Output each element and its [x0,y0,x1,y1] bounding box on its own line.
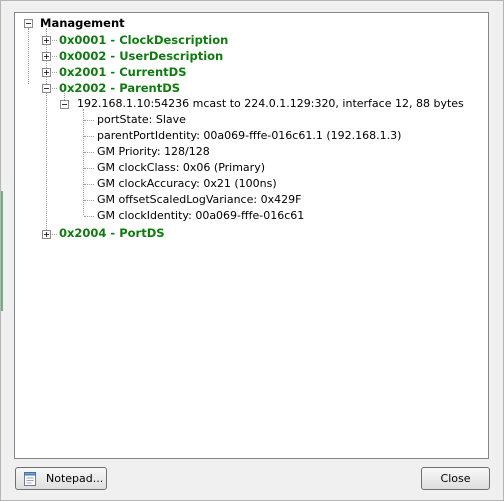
expand-toggle-clockdescription[interactable] [42,36,51,45]
tree-item-parentds[interactable]: 0x2002 - ParentDS [59,81,180,95]
tree-connector [84,168,94,169]
root-collapse-toggle[interactable] [24,19,33,28]
expand-toggle-userdescription[interactable] [42,52,51,61]
notepad-button-label: Notepad... [46,472,104,485]
tree-item-userdescription[interactable]: 0x0002 - UserDescription [59,49,223,63]
tree-item-portds[interactable]: 0x2004 - PortDS [59,226,165,240]
tree-connector [84,200,94,201]
expand-toggle-currentds[interactable] [42,68,51,77]
dialog-window: Management 0x0001 - ClockDescription 0x0… [0,0,504,501]
notepad-icon [24,471,36,486]
tree-connector [84,216,94,217]
field-gm-clock-accuracy[interactable]: GM clockAccuracy: 0x21 (100ns) [97,177,277,191]
collapse-toggle-parentds[interactable] [42,84,51,93]
tree-item-currentds[interactable]: 0x2001 - CurrentDS [59,65,187,79]
close-button-label: Close [440,472,471,485]
tree-connector [84,184,94,185]
management-tree[interactable]: Management 0x0001 - ClockDescription 0x0… [14,12,489,459]
tree-connector [84,136,94,137]
tree-connector [84,120,94,121]
field-gm-offset-scaled-log-variance[interactable]: GM offsetScaledLogVariance: 0x429F [97,193,301,207]
field-parent-port-identity[interactable]: parentPortIdentity: 00a069-fffe-016c61.1… [97,129,401,143]
tree-root-label[interactable]: Management [40,16,125,30]
collapse-toggle-packet[interactable] [60,100,69,109]
tree-item-packet[interactable]: 192.168.1.10:54236 mcast to 224.0.1.129:… [77,97,464,111]
tree-connector [28,28,29,84]
field-gm-priority[interactable]: GM Priority: 128/128 [97,145,210,159]
window-edge-accent [1,191,3,311]
tree-item-clockdescription[interactable]: 0x0001 - ClockDescription [59,33,228,47]
field-gm-clock-identity[interactable]: GM clockIdentity: 00a069-fffe-016c61 [97,209,304,223]
field-gm-clock-class[interactable]: GM clockClass: 0x06 (Primary) [97,161,265,175]
field-port-state[interactable]: portState: Slave [97,113,186,127]
tree-connector [84,152,94,153]
close-button[interactable]: Close [421,467,490,490]
expand-toggle-portds[interactable] [42,230,51,239]
notepad-button[interactable]: Notepad... [15,467,107,490]
